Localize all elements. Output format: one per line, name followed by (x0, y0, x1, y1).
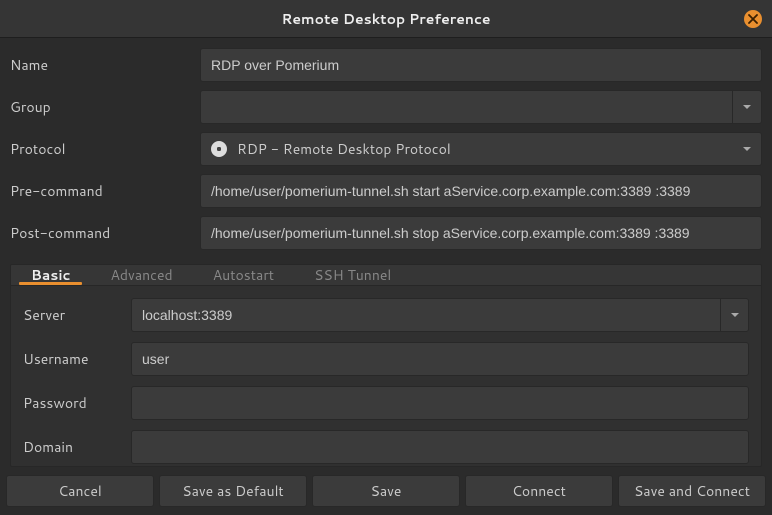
protocol-select[interactable]: RDP - Remote Desktop Protocol (200, 132, 762, 166)
tabs-container: Basic Advanced Autostart SSH Tunnel Serv… (10, 264, 762, 467)
save-connect-button[interactable]: Save and Connect (618, 475, 766, 507)
username-label: Username (23, 349, 131, 369)
button-label: Save as Default (182, 481, 283, 501)
postcommand-label: Post-command (10, 223, 200, 243)
tab-label: Basic (31, 265, 70, 285)
name-label: Name (10, 55, 200, 75)
tabs-bar: Basic Advanced Autostart SSH Tunnel (11, 265, 761, 286)
precommand-label: Pre-command (10, 181, 200, 201)
button-label: Connect (512, 481, 566, 501)
username-input[interactable] (131, 342, 749, 376)
server-input[interactable] (131, 298, 720, 332)
server-combo[interactable] (131, 298, 749, 332)
tab-label: Autostart (213, 265, 274, 285)
domain-label: Domain (23, 437, 131, 457)
group-select[interactable] (200, 90, 762, 124)
name-input[interactable] (200, 48, 762, 82)
close-button[interactable] (744, 10, 762, 28)
tab-basic[interactable]: Basic (11, 265, 90, 285)
cancel-button[interactable]: Cancel (6, 475, 154, 507)
tab-basic-body: Server Username Password Domain (11, 286, 761, 467)
button-label: Cancel (58, 481, 102, 501)
group-select-value[interactable] (200, 90, 732, 124)
chevron-down-icon (731, 313, 739, 317)
tab-ssh-tunnel[interactable]: SSH Tunnel (294, 265, 411, 285)
button-label: Save and Connect (634, 481, 750, 501)
window-title: Remote Desktop Preference (281, 9, 490, 29)
titlebar: Remote Desktop Preference (0, 0, 772, 38)
button-label: Save (371, 481, 402, 501)
precommand-input[interactable] (200, 174, 762, 208)
domain-input[interactable] (131, 430, 749, 464)
protocol-label: Protocol (10, 139, 200, 159)
tab-label: SSH Tunnel (314, 265, 391, 285)
button-bar: Cancel Save as Default Save Connect Save… (0, 467, 772, 515)
password-input[interactable] (131, 386, 749, 420)
group-dropdown-button[interactable] (732, 90, 762, 124)
save-button[interactable]: Save (312, 475, 460, 507)
server-label: Server (23, 305, 131, 325)
password-label: Password (23, 393, 131, 413)
chevron-down-icon (743, 147, 751, 151)
close-icon (748, 14, 758, 24)
save-default-button[interactable]: Save as Default (159, 475, 307, 507)
connect-button[interactable]: Connect (465, 475, 613, 507)
tab-autostart[interactable]: Autostart (193, 265, 294, 285)
chevron-down-icon (743, 105, 751, 109)
tab-advanced[interactable]: Advanced (90, 265, 192, 285)
tab-label: Advanced (110, 265, 172, 285)
server-dropdown-button[interactable] (720, 298, 749, 332)
top-form: Name Group Protocol RDP - Remote Desktop… (0, 38, 772, 260)
protocol-icon (211, 141, 227, 157)
postcommand-input[interactable] (200, 216, 762, 250)
group-label: Group (10, 97, 200, 117)
protocol-value: RDP - Remote Desktop Protocol (237, 139, 451, 159)
